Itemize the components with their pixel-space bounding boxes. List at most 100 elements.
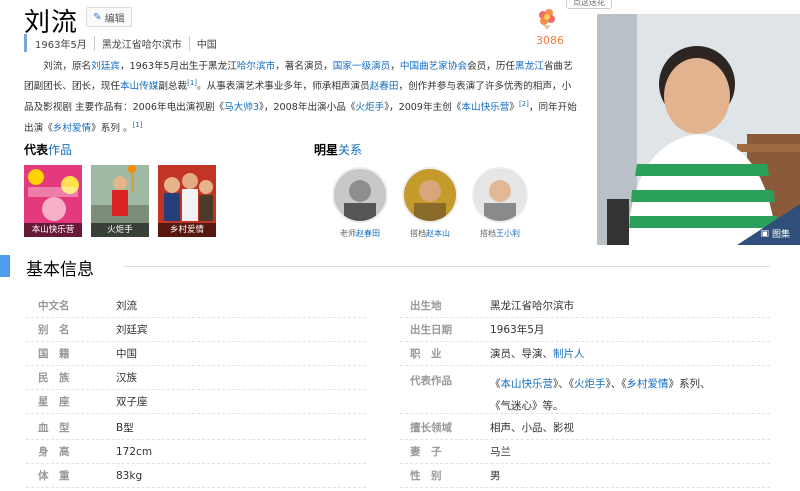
- summary-link[interactable]: 刘廷宾: [91, 61, 120, 72]
- info-key: 体 重: [38, 470, 70, 482]
- summary-text: ，著名演员，: [275, 61, 333, 72]
- info-row: 国 籍 中国: [26, 342, 366, 366]
- basic-info-title: 基本信息: [26, 260, 94, 280]
- info-row: 身 高 172cm: [26, 440, 366, 464]
- reference-link[interactable]: [2]: [519, 100, 529, 108]
- avatar: [332, 167, 388, 223]
- star-relation-partner-2[interactable]: 搭档王小利: [470, 167, 530, 239]
- star-name-link[interactable]: 赵本山: [426, 229, 450, 238]
- star-relation-partner-1[interactable]: 搭档赵本山: [400, 167, 460, 239]
- summary-link[interactable]: 马大帅3: [224, 102, 259, 113]
- info-value: 》系列、: [668, 378, 711, 390]
- info-key: 出生地: [410, 300, 442, 312]
- meta-place: 黑龙江省哈尔滨市: [95, 35, 190, 51]
- info-key: 国 籍: [38, 348, 70, 360]
- work-card-benshan[interactable]: 本山快乐营: [24, 165, 82, 237]
- info-value: 相声、小品、影视: [490, 422, 574, 434]
- summary-link[interactable]: 本山传媒: [120, 82, 158, 93]
- info-key: 民 族: [38, 372, 70, 384]
- info-row: 别 名 刘廷宾: [26, 318, 366, 342]
- summary-link[interactable]: 赵春田: [370, 82, 399, 93]
- info-value-link[interactable]: 刘流: [116, 298, 137, 313]
- avatar: [402, 167, 458, 223]
- work-card-village-love[interactable]: 乡村爱情: [158, 165, 216, 237]
- meta-birth: 1963年5月: [33, 35, 95, 51]
- reference-link[interactable]: [1]: [187, 79, 197, 87]
- info-key: 星 座: [38, 396, 70, 408]
- info-row: 星 座 双子座: [26, 390, 366, 414]
- pencil-icon: ✎: [93, 11, 102, 23]
- summary-text: 。从事表演艺术事业多年，师承相声演员: [197, 81, 370, 93]
- info-row: 妻 子 马兰: [400, 440, 770, 464]
- summary-text: 刘流，原名: [43, 61, 92, 72]
- edit-label: 编辑: [104, 13, 125, 25]
- gallery-label: 图集: [771, 230, 790, 240]
- info-key: 血 型: [38, 422, 70, 434]
- info-value: 中国: [116, 348, 137, 360]
- info-key: 擅长领域: [410, 422, 452, 434]
- stars-title-text: 明星: [314, 143, 339, 157]
- reference-link[interactable]: [1]: [133, 121, 143, 129]
- summary-link[interactable]: 哈尔滨市: [237, 61, 275, 72]
- profile-photo[interactable]: ▣ 图集: [597, 14, 800, 245]
- summary-link[interactable]: 乡村爱情: [53, 123, 91, 134]
- summary-link[interactable]: 中国曲艺家协会: [400, 61, 467, 72]
- info-value-link[interactable]: 火炬手: [574, 378, 606, 390]
- info-value: 演员、导演、: [490, 348, 553, 360]
- work-caption: 火炬手: [91, 223, 149, 237]
- star-rel: 搭档: [410, 229, 426, 238]
- works-title-link[interactable]: 作品: [48, 143, 72, 157]
- summary-link[interactable]: 黑龙江: [515, 61, 544, 72]
- flower-icon[interactable]: [535, 7, 559, 31]
- info-value: B型: [116, 422, 134, 434]
- info-key: 职 业: [410, 348, 442, 360]
- info-value-link[interactable]: 乡村爱情: [627, 378, 669, 390]
- summary-link[interactable]: 火炬手: [355, 102, 384, 113]
- info-value: 双子座: [116, 396, 148, 408]
- star-rel: 老师: [340, 229, 356, 238]
- info-value-link[interactable]: 刘廷宾: [116, 322, 148, 337]
- star-name-link[interactable]: 王小利: [496, 229, 520, 238]
- info-value-link[interactable]: 制片人: [553, 348, 585, 360]
- info-value: 》、《: [553, 378, 574, 390]
- summary-link[interactable]: 本山快乐营: [461, 102, 509, 113]
- info-row: 民 族 汉族: [26, 366, 366, 390]
- stars-title-link[interactable]: 关系: [338, 143, 362, 157]
- info-value: 83kg: [116, 469, 143, 482]
- summary-text: 》，2009年主创《: [384, 102, 462, 114]
- info-value: 马兰: [490, 446, 511, 458]
- work-card-torch[interactable]: 火炬手: [91, 165, 149, 237]
- works-section-title: 代表作品: [24, 141, 72, 158]
- edit-button[interactable]: ✎ 编辑: [86, 7, 132, 27]
- gallery-icon: ▣: [760, 228, 769, 239]
- info-row: 出生日期 1963年5月: [400, 318, 770, 342]
- info-row: 中文名 刘流: [26, 294, 366, 318]
- summary-text: 副总裁: [158, 81, 188, 93]
- meta-bar: 1963年5月 黑龙江省哈尔滨市 中国: [24, 34, 224, 52]
- summary-text: ，: [390, 61, 400, 72]
- summary-text: 会员，历任: [467, 61, 516, 72]
- info-key: 出生日期: [410, 324, 452, 336]
- avatar: [472, 167, 528, 223]
- summary-text: 》系列 。: [91, 122, 133, 134]
- info-key: 身 高: [38, 446, 70, 458]
- summary-text: 》: [509, 102, 519, 114]
- send-flower-tooltip: 点这送花: [566, 0, 612, 9]
- info-row: 性 别男: [400, 464, 770, 488]
- info-row: 职 业 演员、导演、制片人: [400, 342, 770, 366]
- stars-section-title: 明星关系: [314, 141, 362, 158]
- info-key: 别 名: [38, 324, 70, 336]
- star-name-link[interactable]: 赵春田: [356, 229, 380, 238]
- works-title-text: 代表: [24, 143, 49, 157]
- info-row: 出生地 黑龙江省哈尔滨市: [400, 294, 770, 318]
- info-row: 体 重 83kg: [26, 464, 366, 488]
- work-caption: 乡村爱情: [158, 223, 216, 237]
- info-value: 黑龙江省哈尔滨市: [490, 300, 574, 312]
- summary-link[interactable]: 国家一级演员: [333, 61, 391, 72]
- info-key: 中文名: [38, 300, 70, 312]
- gallery-link[interactable]: ▣ 图集: [760, 227, 790, 241]
- info-value-link[interactable]: 本山快乐营: [501, 378, 554, 390]
- info-row: 擅长领域 相声、小品、影视: [400, 416, 770, 440]
- star-relation-teacher[interactable]: 老师赵春田: [330, 167, 390, 239]
- info-key: 代表作品: [410, 375, 452, 387]
